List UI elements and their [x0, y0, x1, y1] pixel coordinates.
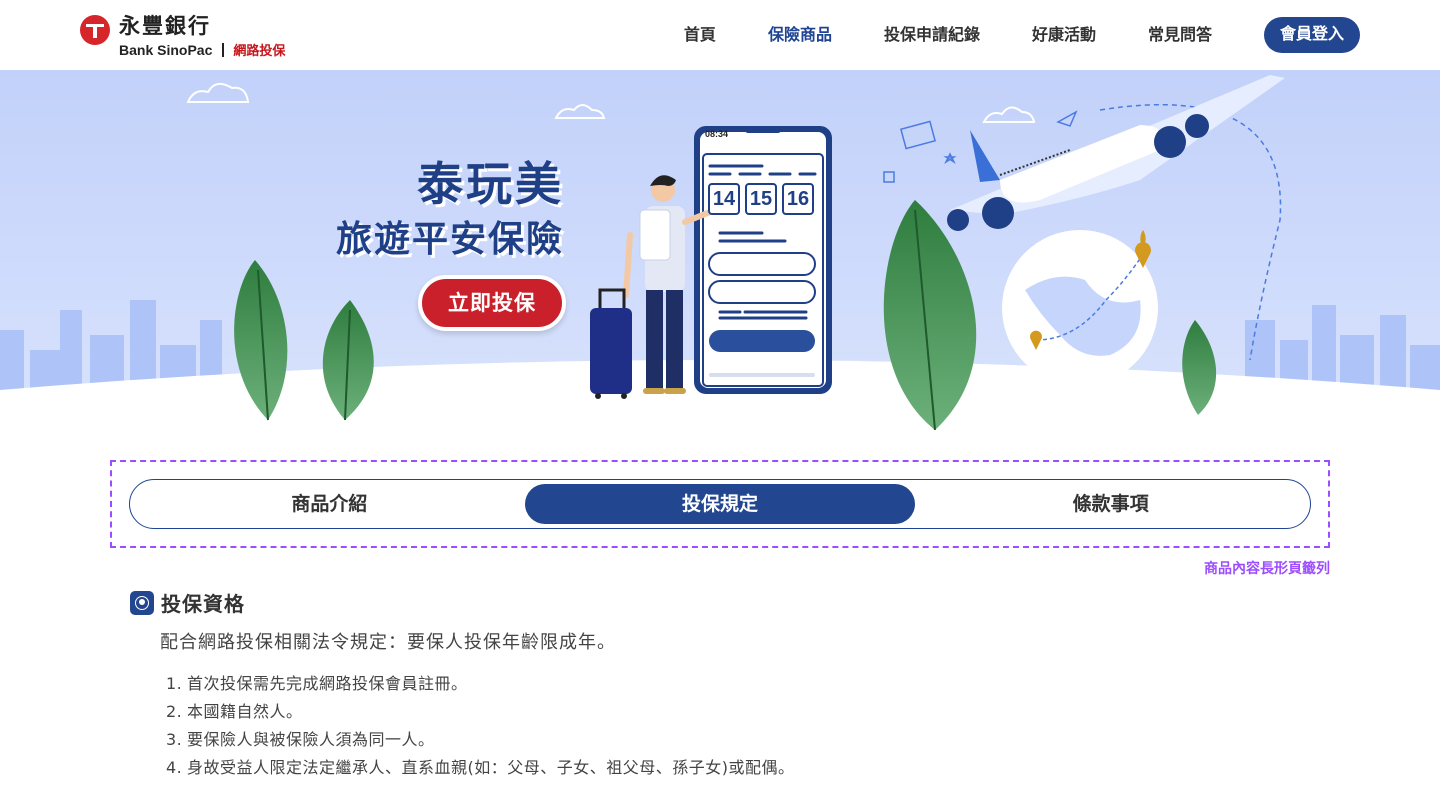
phone-date-1: 14: [708, 183, 740, 215]
section-header: 投保資格: [130, 588, 245, 617]
sinopac-logo-icon: [80, 15, 110, 45]
member-login-button[interactable]: 會員登入: [1264, 17, 1360, 53]
list-item: 2. 本國籍自然人。: [166, 698, 795, 726]
section-intro: 配合網路投保相關法令規定：要保人投保年齡限成年。: [160, 632, 616, 653]
brand-name-en: Bank SinoPac: [119, 41, 213, 58]
tab-terms[interactable]: 條款事項: [915, 484, 1306, 524]
phone-time: 08:34: [705, 129, 729, 139]
list-item: 4. 身故受益人限定法定繼承人、直系血親(如：父母、子女、祖父母、孫子女)或配偶。: [166, 754, 795, 782]
nav-item-insurance-products[interactable]: 保險商品: [768, 17, 832, 53]
list-item-number: 2.: [166, 702, 183, 721]
list-item-number: 1.: [166, 674, 183, 693]
brand-sub-row: Bank SinoPac 網路投保: [119, 40, 286, 60]
list-item-text: 要保險人與被保險人須為同一人。: [187, 730, 435, 749]
tab-product-intro[interactable]: 商品介紹: [134, 484, 525, 524]
brand-name-cn: 永豐銀行: [119, 14, 211, 38]
list-item-text: 首次投保需先完成網路投保會員註冊。: [187, 674, 468, 693]
main-nav: 首頁 保險商品 投保申請紀錄 好康活動 常見問答 會員登入: [632, 17, 1360, 53]
tab-bar-annotation: 商品內容長形頁籤列: [1204, 561, 1330, 577]
list-item-number: 4.: [166, 758, 183, 777]
banner-title-line1: 泰玩美: [417, 157, 564, 211]
user-circle-icon: [130, 590, 154, 615]
list-item: 1. 首次投保需先完成網路投保會員註冊。: [166, 670, 795, 698]
apply-now-button[interactable]: 立即投保: [418, 275, 566, 331]
phone-date-2: 15: [745, 183, 777, 215]
hero-banner: 08:34 14 15 16 泰玩美 旅遊平安保險 立即投保: [0, 70, 1440, 430]
nav-item-application-records[interactable]: 投保申請紀錄: [884, 17, 980, 53]
brand-logo[interactable]: 永豐銀行 Bank SinoPac 網路投保: [80, 14, 285, 59]
banner-illustration: [0, 70, 1440, 430]
nav-item-home[interactable]: 首頁: [684, 17, 716, 53]
list-item-text: 身故受益人限定法定繼承人、直系血親(如：父母、子女、祖父母、孫子女)或配偶。: [187, 758, 795, 777]
nav-item-faq[interactable]: 常見問答: [1148, 17, 1212, 53]
eligibility-list: 1. 首次投保需先完成網路投保會員註冊。 2. 本國籍自然人。 3. 要保險人與被保險…: [166, 670, 795, 782]
product-tabs: 商品介紹 投保規定 條款事項: [129, 479, 1311, 529]
list-item-number: 3.: [166, 730, 183, 749]
nav-item-promotions[interactable]: 好康活動: [1032, 17, 1096, 53]
phone-date-3: 16: [782, 183, 814, 215]
list-item: 3. 要保險人與被保險人須為同一人。: [166, 726, 795, 754]
brand-sub: 網路投保: [233, 44, 286, 59]
section-title: 投保資格: [161, 592, 245, 616]
site-header: 永豐銀行 Bank SinoPac 網路投保 首頁 保險商品 投保申請紀錄 好康…: [0, 0, 1440, 70]
brand-divider: [222, 42, 225, 57]
banner-title-line2: 旅遊平安保險: [335, 219, 564, 260]
list-item-text: 本國籍自然人。: [187, 702, 303, 721]
brand-text: 永豐銀行 Bank SinoPac 網路投保: [119, 14, 285, 59]
tab-insurance-rules[interactable]: 投保規定: [524, 484, 916, 524]
